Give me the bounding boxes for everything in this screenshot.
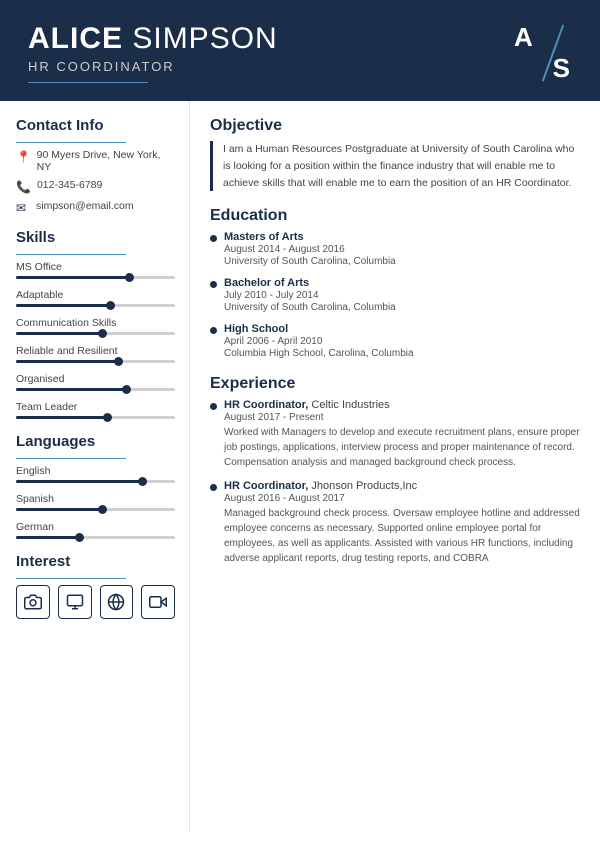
skill-bar-bg-communication [16,332,175,335]
last-name: SIMPSON [132,22,277,55]
header-left: ALICE SIMPSON HR COORDINATOR [28,22,278,83]
skill-organised: Organised [16,373,175,391]
objective-section-title: Objective [210,117,584,135]
skill-bar-bg-reliable [16,360,175,363]
job-title: HR COORDINATOR [28,59,278,74]
skill-label-reliable: Reliable and Resilient [16,345,175,357]
skill-ms-office: MS Office [16,261,175,279]
skill-bar-fill-reliable [16,360,119,363]
exp-company-jhonson: Jhonson Products,Inc [311,480,417,492]
skill-bar-fill-communication [16,332,103,335]
languages-section-title: Languages [16,433,175,450]
skill-bar-bg-ms-office [16,276,175,279]
skill-bar-fill-team-leader [16,416,108,419]
globe-icon [100,585,134,619]
skill-label-communication: Communication Skills [16,317,175,329]
education-section-title: Education [210,207,584,225]
camera-icon [16,585,50,619]
email-text: simpson@email.com [36,200,134,212]
skill-label-ms-office: MS Office [16,261,175,273]
edu-date-bachelor: July 2010 - July 2014 [224,290,584,301]
location-icon: 📍 [16,150,31,164]
exp-role-celtic: HR Coordinator, Celtic Industries [224,399,584,411]
main-layout: Contact Info 📍 90 Myers Drive, New York,… [0,101,600,831]
edu-degree-bachelor: Bachelor of Arts [224,277,584,289]
edu-item-highschool: High School April 2006 - April 2010 Colu… [210,323,584,359]
exp-date-jhonson: August 2016 - August 2017 [224,493,584,504]
contact-phone: 📞 012-345-6789 [16,179,175,194]
experience-section-title: Experience [210,375,584,393]
header-name: ALICE SIMPSON [28,22,278,55]
monogram-bottom: S [553,54,570,83]
skill-communication: Communication Skills [16,317,175,335]
edu-date-masters: August 2014 - August 2016 [224,244,584,255]
languages-divider [16,458,126,459]
lang-english: English [16,465,175,483]
lang-label-english: English [16,465,175,477]
skill-bar-bg-organised [16,388,175,391]
edu-school-highschool: Columbia High School, Carolina, Columbia [224,348,584,359]
skills-divider [16,254,126,255]
interest-divider [16,578,126,579]
skill-label-organised: Organised [16,373,175,385]
edu-date-highschool: April 2006 - April 2010 [224,336,584,347]
interest-icons [16,585,175,619]
skill-bar-bg-adaptable [16,304,175,307]
video-icon [141,585,175,619]
exp-date-celtic: August 2017 - Present [224,412,584,423]
left-column: Contact Info 📍 90 Myers Drive, New York,… [0,101,190,831]
lang-bar-bg-german [16,536,175,539]
lang-label-spanish: Spanish [16,493,175,505]
contact-email: ✉ simpson@email.com [16,200,175,215]
person-icon [58,585,92,619]
phone-text: 012-345-6789 [37,179,102,191]
interest-section-title: Interest [16,553,175,570]
edu-school-bachelor: University of South Carolina, Columbia [224,302,584,313]
lang-spanish: Spanish [16,493,175,511]
monogram: A S [512,23,572,83]
header: ALICE SIMPSON HR COORDINATOR A S [0,0,600,101]
edu-item-masters: Masters of Arts August 2014 - August 201… [210,231,584,267]
skill-label-adaptable: Adaptable [16,289,175,301]
lang-bar-fill-german [16,536,80,539]
exp-role-jhonson: HR Coordinator, Jhonson Products,Inc [224,480,584,492]
address-text: 90 Myers Drive, New York, NY [37,149,175,173]
contact-section-title: Contact Info [16,117,175,134]
exp-item-celtic: HR Coordinator, Celtic Industries August… [210,399,584,470]
exp-desc-jhonson: Managed background check process. Oversa… [224,506,584,566]
lang-german: German [16,521,175,539]
exp-item-jhonson: HR Coordinator, Jhonson Products,Inc Aug… [210,480,584,566]
skill-bar-fill-ms-office [16,276,130,279]
skills-section-title: Skills [16,229,175,246]
edu-school-masters: University of South Carolina, Columbia [224,256,584,267]
exp-desc-celtic: Worked with Managers to develop and exec… [224,425,584,470]
header-divider [28,82,148,83]
lang-bar-fill-english [16,480,143,483]
first-name: ALICE [28,22,123,55]
contact-divider [16,142,126,143]
skill-bar-fill-organised [16,388,127,391]
skill-team-leader: Team Leader [16,401,175,419]
phone-icon: 📞 [16,180,31,194]
contact-address: 📍 90 Myers Drive, New York, NY [16,149,175,173]
skill-label-team-leader: Team Leader [16,401,175,413]
edu-degree-highschool: High School [224,323,584,335]
lang-bar-bg-spanish [16,508,175,511]
lang-bar-bg-english [16,480,175,483]
skill-adaptable: Adaptable [16,289,175,307]
objective-text: I am a Human Resources Postgraduate at U… [210,141,584,191]
skill-bar-bg-team-leader [16,416,175,419]
skill-reliable: Reliable and Resilient [16,345,175,363]
monogram-top: A [514,23,533,52]
edu-degree-masters: Masters of Arts [224,231,584,243]
skill-bar-fill-adaptable [16,304,111,307]
lang-bar-fill-spanish [16,508,103,511]
exp-company-celtic: Celtic Industries [311,399,389,411]
lang-label-german: German [16,521,175,533]
email-icon: ✉ [16,201,30,215]
right-column: Objective I am a Human Resources Postgra… [190,101,600,831]
edu-item-bachelor: Bachelor of Arts July 2010 - July 2014 U… [210,277,584,313]
